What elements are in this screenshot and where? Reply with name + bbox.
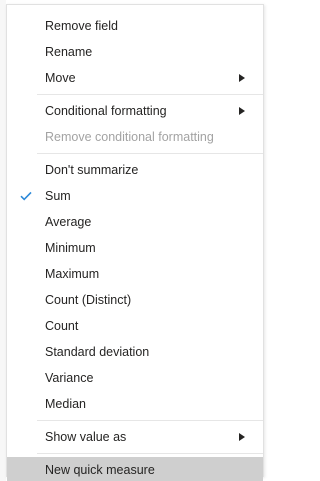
menu-item-sum[interactable]: Sum xyxy=(7,183,263,209)
menu-item-label: Sum xyxy=(45,189,71,203)
menu-item-new-quick-measure[interactable]: New quick measure xyxy=(7,457,263,481)
menu-group-quick-measure: New quick measure xyxy=(7,457,263,481)
menu-item-label: Move xyxy=(45,71,76,85)
menu-item-label: Count (Distinct) xyxy=(45,293,132,307)
menu-item-count[interactable]: Count xyxy=(7,313,263,339)
menu-item-dont-summarize[interactable]: Don't summarize xyxy=(7,157,263,183)
menu-item-label: Average xyxy=(45,215,92,229)
menu-item-count-distinct[interactable]: Count (Distinct) xyxy=(7,287,263,313)
menu-item-remove-conditional-formatting: Remove conditional formatting xyxy=(7,124,263,150)
menu-separator xyxy=(37,153,263,154)
menu-item-label: Count xyxy=(45,319,79,333)
menu-item-maximum[interactable]: Maximum xyxy=(7,261,263,287)
menu-item-median[interactable]: Median xyxy=(7,391,263,417)
context-menu: Remove field Rename Move Conditional for… xyxy=(6,4,264,481)
menu-group-aggregation: Don't summarize Sum Average Minimum Maxi… xyxy=(7,157,263,417)
caret-right-icon xyxy=(239,65,245,91)
caret-right-icon xyxy=(239,424,245,450)
menu-item-label: Remove conditional formatting xyxy=(45,130,214,144)
menu-item-label: Show value as xyxy=(45,430,127,444)
checkmark-icon xyxy=(17,183,35,209)
menu-item-label: Variance xyxy=(45,371,94,385)
menu-item-average[interactable]: Average xyxy=(7,209,263,235)
page: Remove field Rename Move Conditional for… xyxy=(0,0,265,481)
menu-item-standard-deviation[interactable]: Standard deviation xyxy=(7,339,263,365)
menu-group-show-value: Show value as xyxy=(7,424,263,450)
menu-item-label: Don't summarize xyxy=(45,163,139,177)
menu-separator xyxy=(37,94,263,95)
menu-group-conditional-formatting: Conditional formatting Remove conditiona… xyxy=(7,98,263,150)
caret-right-icon xyxy=(239,98,245,124)
menu-item-conditional-formatting[interactable]: Conditional formatting xyxy=(7,98,263,124)
menu-item-label: Minimum xyxy=(45,241,96,255)
menu-item-label: Rename xyxy=(45,45,93,59)
menu-item-label: Maximum xyxy=(45,267,100,281)
menu-item-label: Remove field xyxy=(45,19,118,33)
menu-item-show-value-as[interactable]: Show value as xyxy=(7,424,263,450)
menu-item-move[interactable]: Move xyxy=(7,65,263,91)
menu-group-field-actions: Remove field Rename Move xyxy=(7,5,263,91)
menu-item-variance[interactable]: Variance xyxy=(7,365,263,391)
menu-item-label: New quick measure xyxy=(45,463,155,477)
menu-item-label: Standard deviation xyxy=(45,345,150,359)
menu-item-minimum[interactable]: Minimum xyxy=(7,235,263,261)
menu-item-label: Conditional formatting xyxy=(45,104,167,118)
menu-separator xyxy=(37,420,263,421)
menu-item-label: Median xyxy=(45,397,86,411)
menu-separator xyxy=(37,453,263,454)
menu-item-remove-field[interactable]: Remove field xyxy=(7,13,263,39)
menu-item-rename[interactable]: Rename xyxy=(7,39,263,65)
